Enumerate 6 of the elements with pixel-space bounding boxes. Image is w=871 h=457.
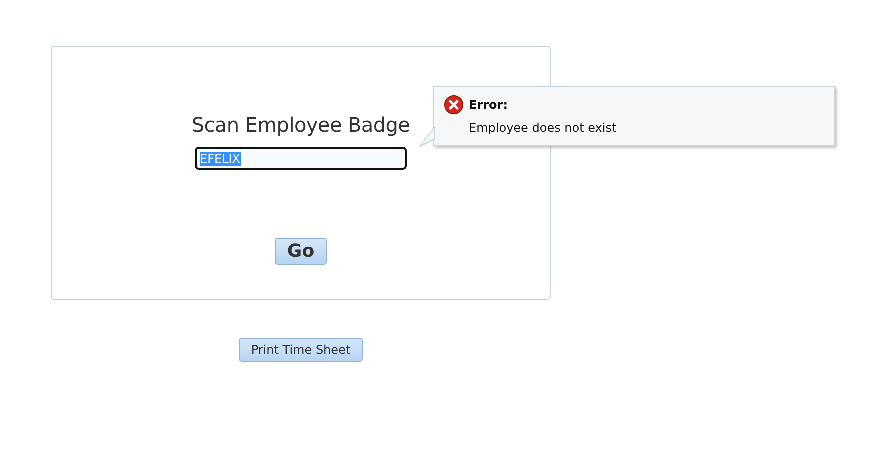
error-message: Employee does not exist [469, 121, 618, 135]
error-title: Error: [469, 98, 508, 112]
error-icon [444, 95, 464, 115]
print-button[interactable]: Print Time Sheet [239, 338, 363, 362]
form-title: Scan Employee Badge [192, 112, 410, 139]
go-button[interactable]: Go [275, 238, 327, 265]
